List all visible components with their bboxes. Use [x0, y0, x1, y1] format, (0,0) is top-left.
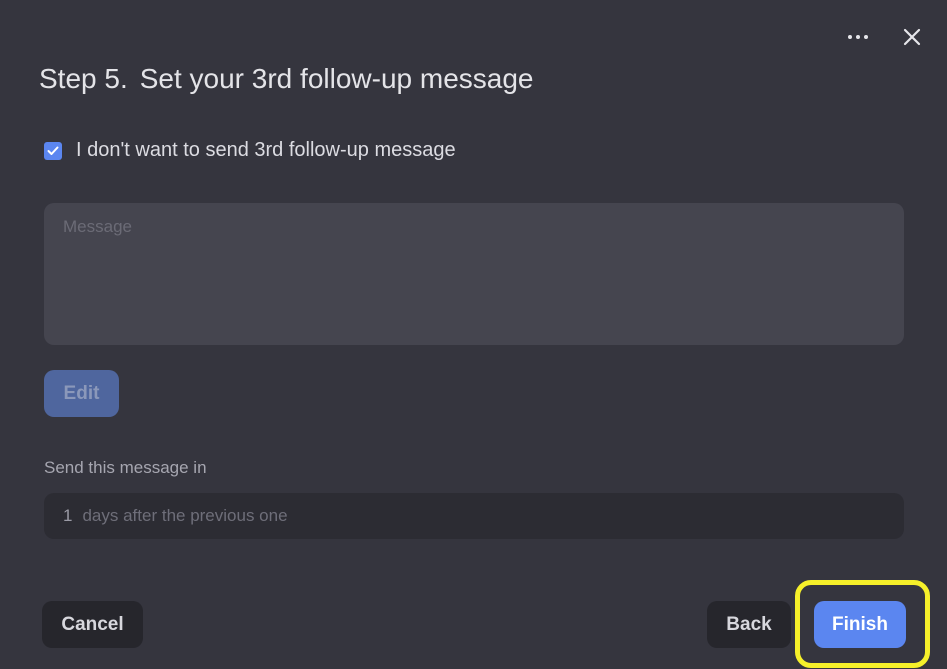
close-icon [903, 28, 921, 46]
edit-button[interactable]: Edit [44, 370, 119, 417]
send-delay-label: Send this message in [44, 458, 207, 477]
send-delay-suffix: days after the previous one [82, 506, 288, 525]
back-button[interactable]: Back [707, 601, 791, 648]
send-delay-days-value: 1 [63, 506, 73, 525]
more-dot [864, 35, 868, 39]
finish-button[interactable]: Finish [814, 601, 906, 648]
more-dot [856, 35, 860, 39]
skip-follow-up-checkbox[interactable] [44, 141, 62, 160]
message-input[interactable] [44, 203, 904, 345]
step-number: Step 5. [39, 63, 128, 94]
checkmark-icon [47, 146, 59, 155]
close-button[interactable] [898, 24, 926, 50]
skip-follow-up-option[interactable]: I don't want to send 3rd follow-up messa… [44, 139, 456, 162]
send-delay-field[interactable]: 1 days after the previous one [44, 493, 904, 539]
skip-follow-up-label: I don't want to send 3rd follow-up messa… [76, 139, 456, 161]
follow-up-dialog: Step 5. Set your 3rd follow-up message I … [0, 0, 947, 669]
page-title: Step 5. Set your 3rd follow-up message [39, 60, 533, 98]
cancel-button[interactable]: Cancel [42, 601, 143, 648]
step-title: Set your 3rd follow-up message [139, 63, 534, 94]
more-options-button[interactable] [842, 24, 874, 50]
more-horizontal-icon [848, 35, 852, 39]
